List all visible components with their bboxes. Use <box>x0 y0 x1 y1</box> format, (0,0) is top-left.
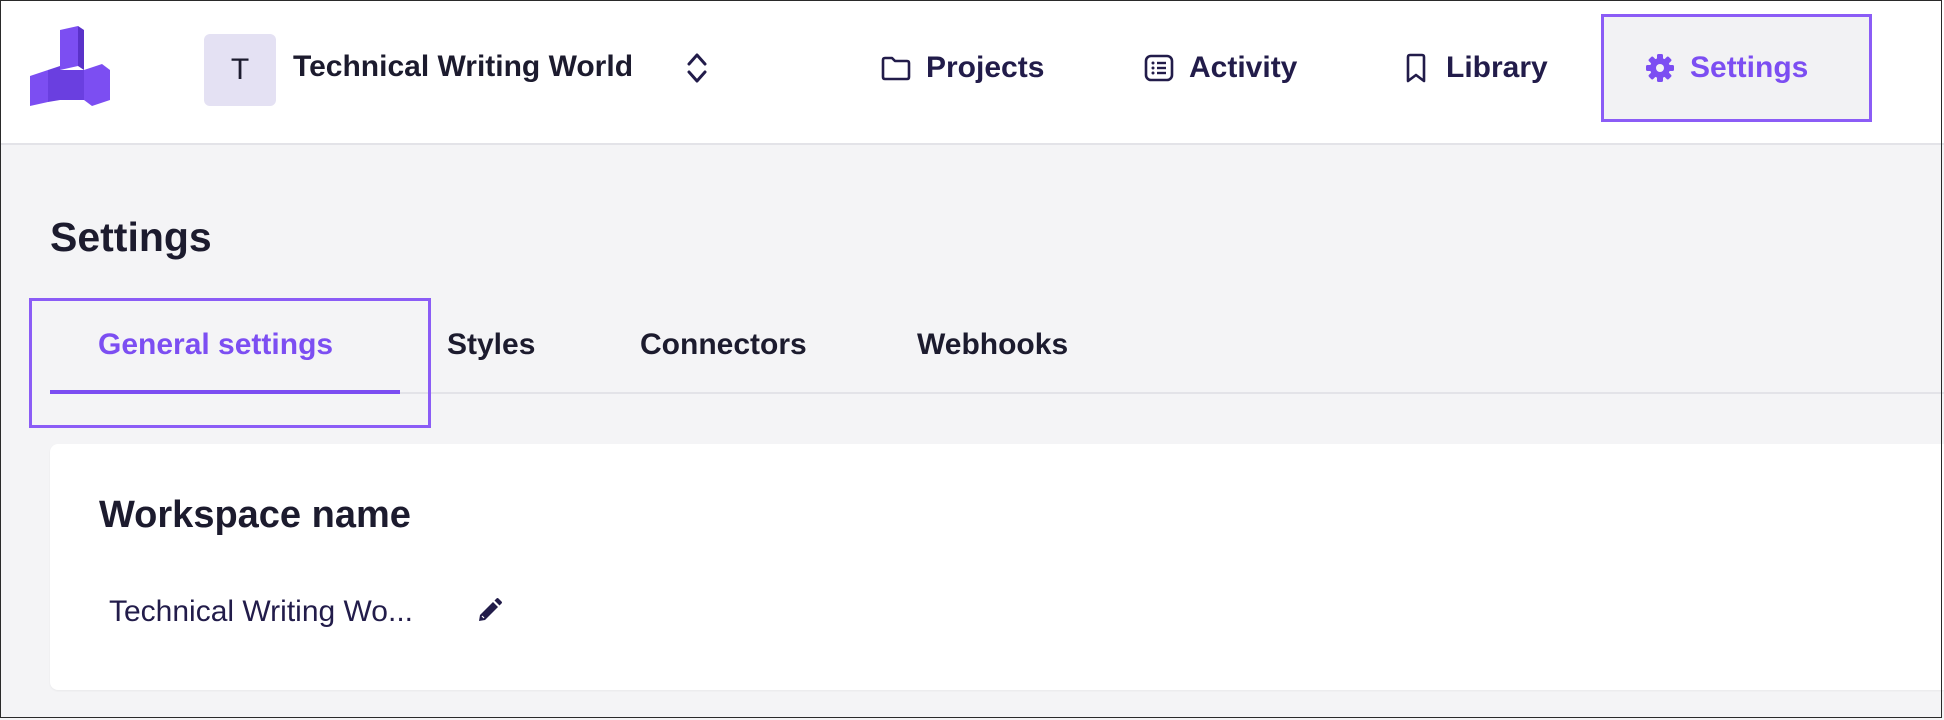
card-title: Workspace name <box>99 494 411 536</box>
workspace-avatar[interactable]: T <box>204 34 276 106</box>
app-logo-icon[interactable] <box>24 26 110 106</box>
nav-item-label: Settings <box>1690 51 1809 84</box>
pencil-edit-icon[interactable] <box>475 597 503 625</box>
tab-general-settings-highlight <box>29 298 431 428</box>
workspace-name-card: Workspace name Technical Writing Wo... <box>50 444 1944 690</box>
workspace-name-value: Technical Writing Wo... <box>109 595 413 628</box>
nav-item-activity[interactable]: Activity <box>1143 46 1297 90</box>
nav-item-projects[interactable]: Projects <box>880 46 1044 90</box>
folder-icon <box>881 56 911 81</box>
nav-item-label: Projects <box>926 51 1045 84</box>
tab-webhooks[interactable]: Webhooks <box>917 328 1068 362</box>
nav-item-library[interactable]: Library <box>1400 46 1548 90</box>
activity-list-icon <box>1144 54 1174 82</box>
bookmark-icon <box>1406 53 1426 83</box>
page-title: Settings <box>50 214 212 260</box>
top-navigation-bar: T Technical Writing World Projects Activ… <box>0 0 1944 145</box>
nav-item-label: Library <box>1446 51 1548 84</box>
workspace-name[interactable]: Technical Writing World <box>293 50 633 84</box>
tab-styles[interactable]: Styles <box>447 328 535 362</box>
chevron-up-down-icon[interactable] <box>684 50 710 86</box>
nav-item-settings[interactable]: Settings <box>1644 46 1808 90</box>
nav-item-label: Activity <box>1189 51 1298 84</box>
tab-connectors[interactable]: Connectors <box>640 328 807 362</box>
gear-icon <box>1646 54 1674 82</box>
